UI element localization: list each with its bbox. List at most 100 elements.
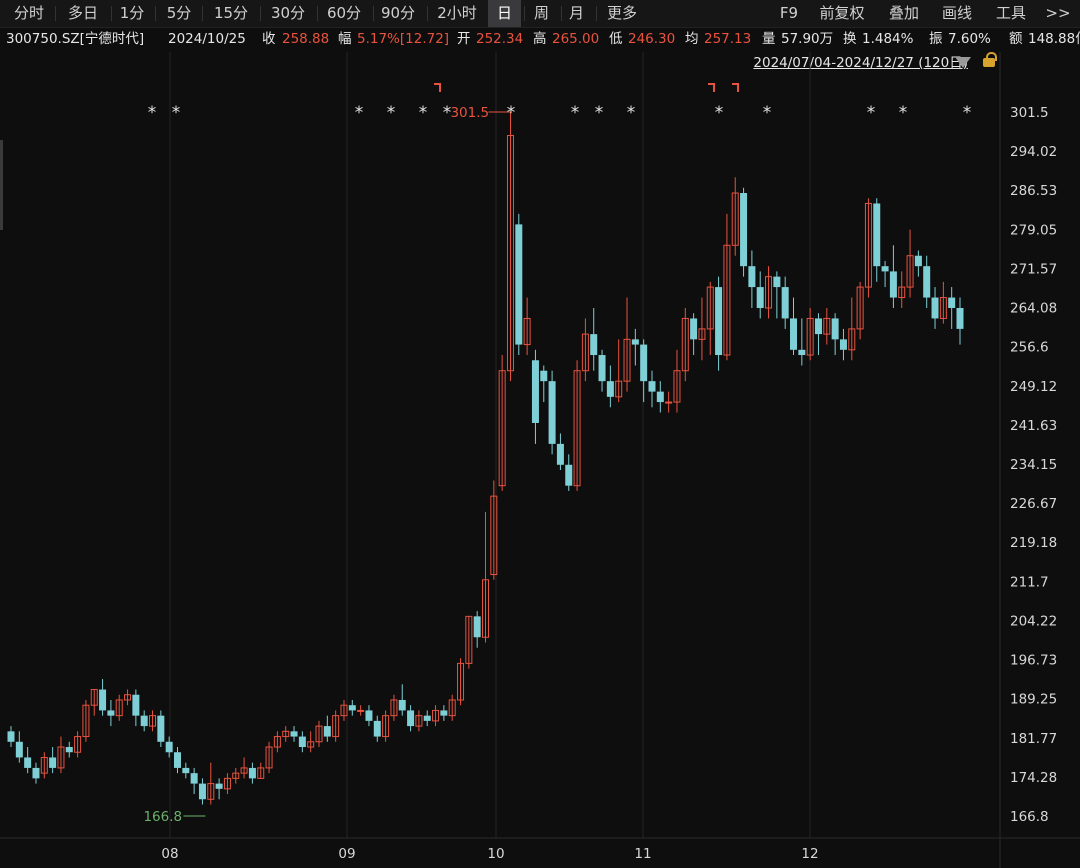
- x-tick-label: 11: [634, 846, 651, 862]
- flag-marker-icon: [708, 83, 715, 92]
- event-star-icon: *: [963, 103, 972, 123]
- event-star-icon: *: [355, 103, 364, 123]
- y-tick-label: 264.08: [1010, 301, 1057, 317]
- candle-body-down: [140, 715, 148, 727]
- y-tick-label: 301.5: [1010, 105, 1049, 121]
- y-tick-label: 256.6: [1010, 340, 1049, 356]
- candle-body-down: [423, 715, 431, 721]
- candle-body-down: [65, 747, 73, 753]
- candle-body-down: [781, 287, 789, 319]
- candle-body-down: [756, 287, 764, 308]
- candle-body-down: [640, 344, 648, 382]
- candle-body-down: [298, 736, 306, 748]
- event-star-icon: *: [507, 103, 516, 123]
- y-tick-label: 226.67: [1010, 496, 1057, 512]
- candle-body-down: [565, 464, 573, 486]
- x-tick-label: 08: [161, 846, 178, 862]
- x-tick-label: 12: [801, 846, 818, 862]
- candle-body-down: [873, 203, 881, 267]
- candle-body-down: [814, 318, 822, 335]
- candle-body-down: [157, 715, 165, 742]
- candle-body-down: [889, 271, 897, 298]
- event-star-icon: *: [443, 103, 452, 123]
- y-tick-label: 174.28: [1010, 770, 1057, 786]
- candle-body-down: [914, 255, 922, 267]
- y-tick-label: 241.63: [1010, 418, 1057, 434]
- candle-body-down: [15, 741, 23, 758]
- candle-body-down: [598, 355, 606, 382]
- x-tick-label: 10: [487, 846, 504, 862]
- max-price-marker: 301.5: [450, 105, 489, 121]
- candle-body-down: [648, 381, 656, 392]
- candle-body-down: [606, 381, 614, 397]
- candle-body-down: [790, 318, 798, 350]
- candle-body-down: [831, 318, 839, 340]
- y-tick-label: 234.15: [1010, 457, 1057, 473]
- candle-body-down: [165, 741, 173, 753]
- candle-body-down: [540, 370, 548, 382]
- y-tick-label: 286.53: [1010, 183, 1057, 199]
- candle-body-down: [99, 689, 107, 711]
- candle-body-down: [531, 360, 539, 423]
- candle-body-down: [365, 710, 373, 721]
- y-tick-label: 249.12: [1010, 379, 1057, 395]
- candle-body-down: [948, 297, 956, 308]
- event-star-icon: *: [571, 103, 580, 123]
- y-tick-label: 271.57: [1010, 261, 1057, 277]
- candle-body-down: [182, 767, 190, 774]
- candle-body-down: [590, 334, 598, 356]
- candle-body-down: [7, 731, 15, 742]
- candle-body-down: [348, 705, 356, 711]
- candle-body-down: [107, 710, 115, 716]
- y-tick-label: 189.25: [1010, 692, 1057, 708]
- candle-body-down: [473, 616, 481, 638]
- y-tick-label: 211.7: [1010, 574, 1049, 590]
- candle-body-down: [198, 783, 206, 800]
- candle-body-down: [24, 757, 32, 768]
- candle-body-down: [748, 266, 756, 288]
- candle-body-down: [248, 767, 256, 779]
- candle-body-down: [407, 710, 415, 727]
- min-price-marker: 166.8: [143, 809, 182, 825]
- event-star-icon: *: [387, 103, 396, 123]
- candle-body-down: [173, 752, 181, 768]
- y-tick-label: 196.73: [1010, 653, 1057, 669]
- event-star-icon: *: [627, 103, 636, 123]
- y-tick-label: 294.02: [1010, 144, 1057, 160]
- y-tick-label: 204.22: [1010, 613, 1057, 629]
- event-star-icon: *: [419, 103, 428, 123]
- event-star-icon: *: [715, 103, 724, 123]
- x-tick-label: 09: [338, 846, 355, 862]
- candle-body-down: [548, 381, 556, 444]
- event-star-icon: *: [867, 103, 876, 123]
- flag-marker-icon: [732, 83, 739, 92]
- event-star-icon: *: [763, 103, 772, 123]
- candle-body-down: [740, 193, 748, 267]
- candle-body-down: [556, 443, 564, 465]
- candle-body-down: [398, 699, 406, 711]
- event-star-icon: *: [595, 103, 604, 123]
- candle-body-down: [773, 276, 781, 288]
- candle-body-down: [931, 297, 939, 319]
- candle-body-up: [665, 401, 673, 404]
- candle-body-down: [440, 710, 448, 716]
- candle-body-down: [190, 773, 198, 784]
- candle-body-down: [881, 266, 889, 272]
- candle-body-up: [357, 709, 365, 712]
- candle-body-down: [49, 757, 57, 768]
- candle-body-down: [215, 783, 223, 789]
- y-tick-label: 219.18: [1010, 535, 1057, 551]
- flag-marker-icon: [434, 83, 441, 92]
- candle-body-down: [132, 694, 140, 716]
- candle-body-down: [631, 339, 639, 345]
- event-star-icon: *: [899, 103, 908, 123]
- candle-body-down: [32, 767, 40, 779]
- event-star-icon: *: [172, 103, 181, 123]
- kline-chart[interactable]: 301.5 294.02 286.53 279.05 271.57 264.08 256.6…: [0, 0, 1080, 868]
- candle-body-down: [839, 339, 847, 350]
- candle-body-down: [798, 349, 806, 356]
- y-tick-label: 166.8: [1010, 809, 1049, 825]
- candle-body-down: [323, 726, 331, 737]
- candle-body-down: [656, 391, 664, 403]
- candle-body-down: [373, 720, 381, 737]
